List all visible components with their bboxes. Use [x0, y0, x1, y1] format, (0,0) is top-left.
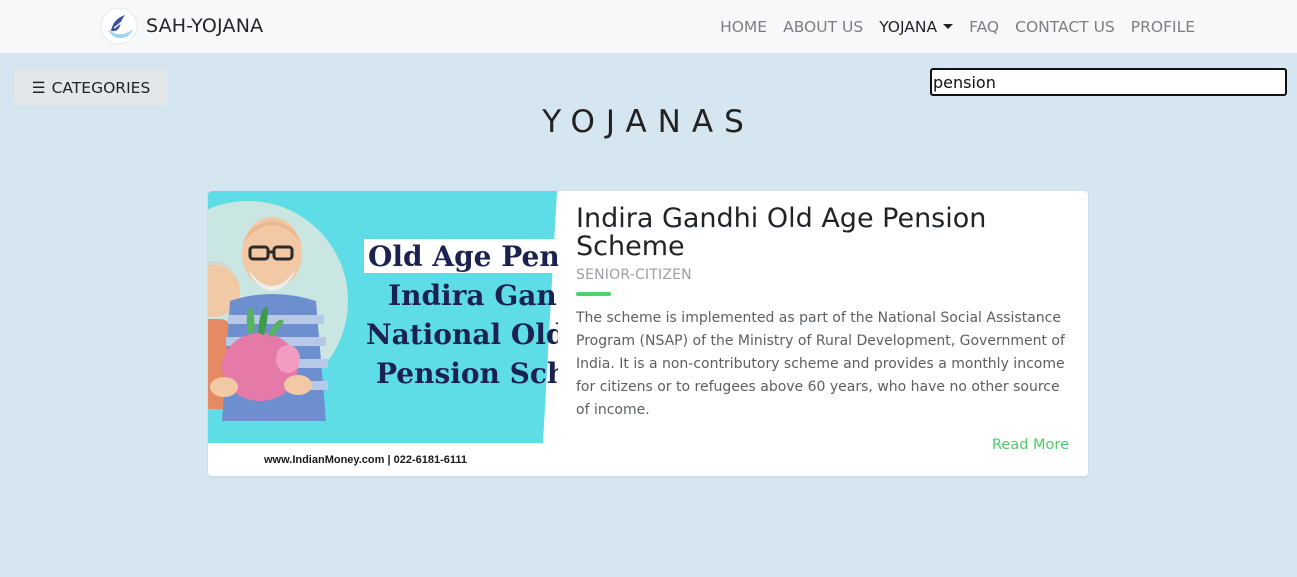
image-text-line4: Pension Sch	[376, 357, 558, 390]
nav-contact-us[interactable]: CONTACT US	[1015, 18, 1115, 36]
nav-yojana-dropdown[interactable]: YOJANA	[879, 17, 954, 36]
image-text-line1: Old Age Pens	[368, 240, 558, 273]
image-text-line2: Indira Ganc	[388, 279, 558, 312]
nav-faq[interactable]: FAQ	[969, 18, 999, 36]
brand-logo-icon	[100, 7, 138, 45]
categories-label: CATEGORIES	[51, 78, 151, 97]
caret-down-icon	[943, 23, 954, 29]
nav-links: HOME ABOUT US YOJANA FAQ CONTACT US PROF…	[704, 0, 1195, 53]
brand-name: SAH-YOJANA	[146, 15, 264, 37]
search-input[interactable]	[930, 68, 1287, 96]
hamburger-icon: ☰	[31, 78, 46, 97]
scheme-card: Old Age Pens Indira Ganc National Old Pe…	[208, 191, 1088, 476]
scheme-category: SENIOR-CITIZEN	[576, 267, 692, 283]
image-footer-text: www.IndianMoney.com | 022-6181-6111	[263, 454, 467, 466]
navbar: SAH-YOJANA HOME ABOUT US YOJANA FAQ CONT…	[0, 0, 1297, 53]
nav-profile[interactable]: PROFILE	[1131, 18, 1195, 36]
image-text-line3: National Old	[366, 318, 558, 351]
scheme-title: Indira Gandhi Old Age Pension Scheme	[576, 203, 987, 262]
card-body: Indira Gandhi Old Age Pension Scheme SEN…	[576, 205, 1074, 422]
nav-yojana-label: YOJANA	[879, 17, 938, 36]
scheme-image: Old Age Pens Indira Ganc National Old Pe…	[208, 191, 558, 476]
read-more-link[interactable]: Read More	[992, 437, 1069, 453]
nav-about-us[interactable]: ABOUT US	[783, 18, 863, 36]
accent-divider	[576, 292, 611, 296]
categories-button[interactable]: ☰ CATEGORIES	[14, 70, 168, 105]
nav-home[interactable]: HOME	[720, 18, 767, 36]
scheme-description: The scheme is implemented as part of the…	[576, 310, 1065, 418]
brand-link[interactable]: SAH-YOJANA	[100, 7, 263, 45]
page-title: YOJANAS	[542, 104, 755, 140]
